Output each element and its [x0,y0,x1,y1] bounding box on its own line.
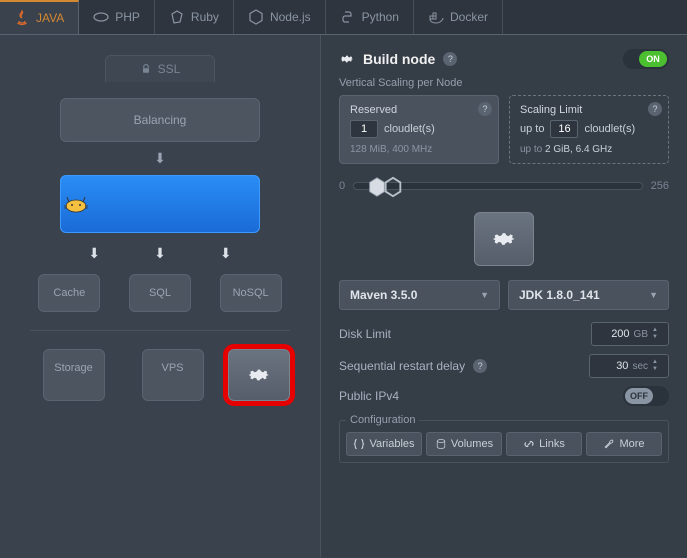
chevron-down-icon: ▼ [649,290,658,300]
more-button[interactable]: More [586,432,662,456]
nosql-node[interactable]: NoSQL [220,274,282,312]
arrow-down-icon: ⬇ [88,245,100,262]
tomcat-icon [61,194,91,214]
disk-limit-input[interactable] [600,328,630,340]
wrench-icon [603,438,615,450]
ssl-label: SSL [158,62,181,76]
cache-node[interactable]: Cache [38,274,100,312]
jdk-version-select[interactable]: JDK 1.8.0_141▼ [508,280,669,310]
tab-ruby[interactable]: Ruby [155,0,234,34]
build-node-toggle[interactable]: ON [623,49,669,69]
balancing-node[interactable]: Balancing [60,98,260,142]
public-ip-label: Public IPv4 [339,389,399,403]
topology-panel: SSL Balancing ⬇ ⬇ ⬇ ⬇ Cache SQL NoSQL [0,35,320,557]
build-version-select[interactable]: Maven 3.5.0▼ [339,280,500,310]
help-icon[interactable]: ? [478,102,492,116]
tech-tabs: JAVA PHP Ruby Node.js Python Docker [0,0,687,35]
node-icon-box [474,212,534,266]
tab-label: PHP [115,10,140,24]
gear-icon [339,51,355,67]
tab-php[interactable]: PHP [79,0,155,34]
public-ip-toggle[interactable]: OFF [623,386,669,406]
braces-icon [353,438,365,450]
help-icon[interactable]: ? [648,102,662,116]
settings-panel: Build node ? ON Vertical Scaling per Nod… [320,35,687,557]
scaling-heading: Vertical Scaling per Node [339,77,669,89]
java-icon [14,10,30,26]
chevron-down-icon: ▼ [480,290,489,300]
link-icon [523,438,535,450]
arrow-down-icon: ⬇ [30,150,290,167]
build-node-selector[interactable] [228,349,290,401]
variables-button[interactable]: Variables [346,432,422,456]
section-title: Build node [363,51,435,67]
nodejs-icon [248,9,264,25]
tab-label: Docker [450,10,488,24]
configuration-group: Configuration Variables Volumes Links Mo… [339,414,669,463]
gear-icon [490,225,518,253]
arrow-down-icon: ⬇ [220,245,232,262]
ruby-icon [169,9,185,25]
reserved-cloudlets-input[interactable] [350,120,378,138]
tab-label: Node.js [270,10,311,24]
cloudlet-slider[interactable] [353,182,643,190]
help-icon[interactable]: ? [473,359,487,373]
sql-node[interactable]: SQL [129,274,191,312]
scaling-limit-card: Scaling Limit ? up to cloudlet(s) up to … [509,95,669,164]
tab-label: Ruby [191,10,219,24]
disk-limit-label: Disk Limit [339,327,391,341]
python-icon [340,9,356,25]
slider-min: 0 [339,180,345,192]
docker-icon [428,9,444,25]
help-icon[interactable]: ? [443,52,457,66]
links-button[interactable]: Links [506,432,582,456]
restart-delay-input[interactable] [598,360,628,372]
scaling-limit-input[interactable] [550,120,578,138]
restart-delay-label: Sequential restart delay [339,359,465,373]
arrow-down-icon: ⬇ [154,245,166,262]
tab-docker[interactable]: Docker [414,0,503,34]
slider-handle-limit[interactable] [382,175,404,199]
tab-java[interactable]: JAVA [0,0,79,34]
tab-nodejs[interactable]: Node.js [234,0,326,34]
php-icon [93,9,109,25]
spinner-buttons[interactable]: ▲▼ [652,326,664,342]
tab-label: Python [362,10,399,24]
gear-icon [246,362,272,388]
storage-node[interactable]: Storage [43,349,105,401]
lock-icon [140,63,152,75]
ssl-toggle[interactable]: SSL [105,55,215,82]
vps-node[interactable]: VPS [142,349,204,401]
tab-python[interactable]: Python [326,0,414,34]
spinner-buttons[interactable]: ▲▼ [652,358,664,374]
slider-max: 256 [651,180,669,192]
tab-label: JAVA [36,11,64,25]
app-server-node[interactable] [60,175,260,233]
volumes-button[interactable]: Volumes [426,432,502,456]
disk-icon [435,438,447,450]
reserved-cloudlets-card: Reserved ? cloudlet(s) 128 MiB, 400 MHz [339,95,499,164]
